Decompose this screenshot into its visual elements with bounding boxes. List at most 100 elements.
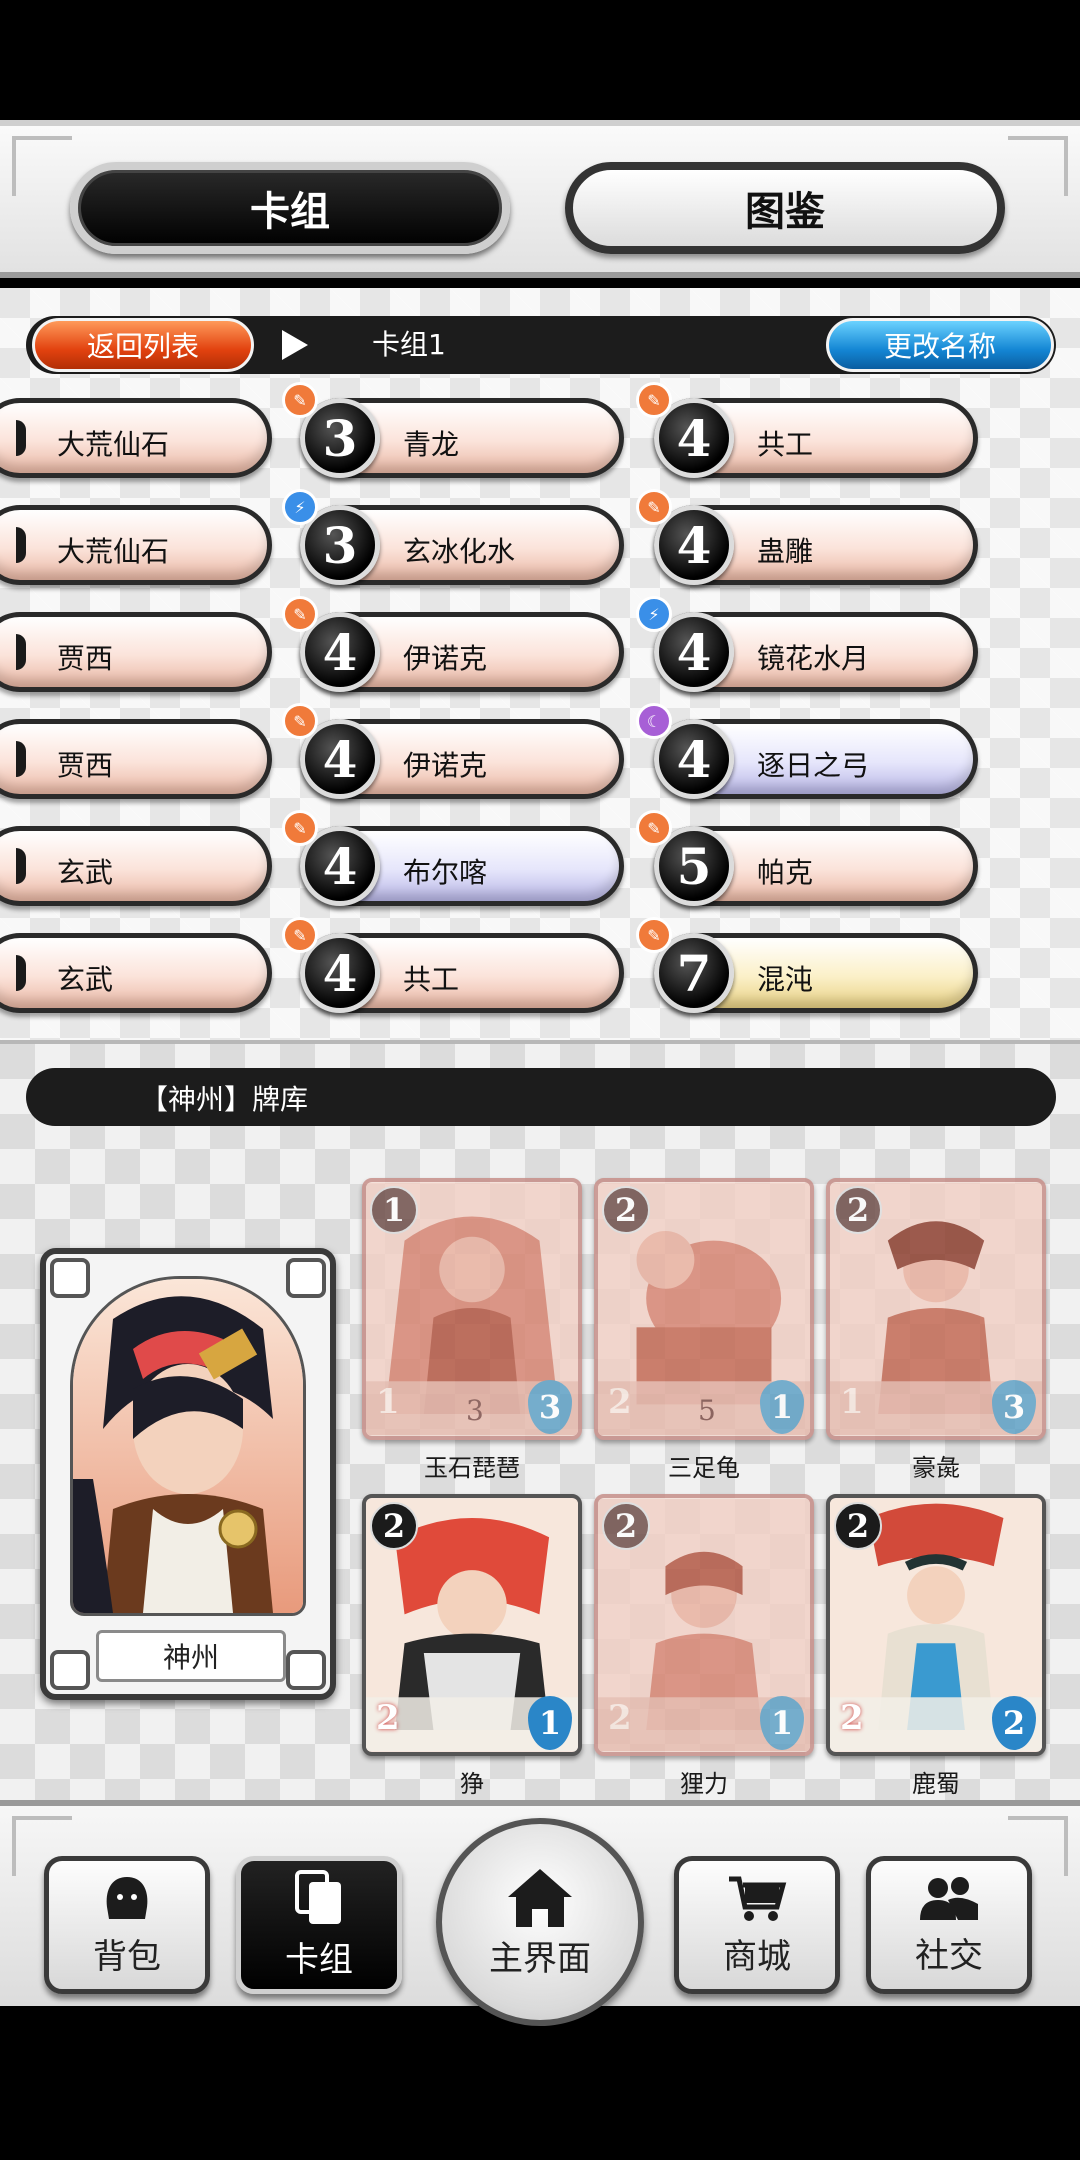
slot-edge-marker	[16, 848, 26, 884]
library-card-name: 狸力	[680, 1770, 728, 1798]
hero-name: 神州	[96, 1630, 286, 1682]
card-cost: 2	[602, 1502, 650, 1550]
card-attack: 2	[608, 1698, 632, 1738]
deck-card-name: 玄冰化水	[403, 535, 516, 568]
library-card[interactable]: 213	[826, 1178, 1046, 1440]
fire-element-icon: ✎	[282, 810, 318, 846]
nav-social-label: 社交	[915, 1935, 983, 1976]
deck-card-name: 玄武	[57, 963, 114, 996]
deck-card-name: 伊诺克	[403, 642, 488, 675]
card-middle-value: 5	[698, 1394, 716, 1427]
cards-icon	[295, 1869, 341, 1924]
light-element-icon: ⚡	[636, 596, 672, 632]
deck-card-name: 大荒仙石	[57, 535, 170, 568]
deck-card-slot-bar[interactable]: 贾西	[0, 612, 272, 692]
library-card-name: 玉石琵琶	[424, 1454, 520, 1482]
deck-card-name: 蛊雕	[757, 535, 814, 568]
frame-ornament	[286, 1650, 326, 1690]
tab-deck[interactable]: 卡组	[70, 162, 510, 254]
deck-card-slot-bar[interactable]: 大荒仙石	[0, 398, 272, 478]
library-card[interactable]: 2251	[594, 1178, 814, 1440]
card-attack: 1	[840, 1382, 864, 1422]
nav-shop-label: 商城	[723, 1936, 791, 1977]
deck-card-name: 帕克	[757, 856, 814, 889]
nav-home-button[interactable]: 主界面	[436, 1818, 644, 2026]
frame-ornament	[286, 1258, 326, 1298]
deck-card-name: 青龙	[403, 428, 460, 461]
back-button-label: 返回列表	[86, 330, 199, 363]
deck-card-name: 贾西	[57, 749, 114, 782]
top-tab-panel: 卡组 图鉴	[0, 120, 1080, 278]
deck-card-name: 伊诺克	[403, 749, 488, 782]
deck-card-name: 共工	[403, 963, 460, 996]
slot-edge-marker	[16, 527, 26, 563]
card-cost: 2	[834, 1502, 882, 1550]
tab-codex[interactable]: 图鉴	[565, 162, 1005, 254]
rename-button-label: 更改名称	[883, 330, 996, 363]
slot-edge-marker	[16, 741, 26, 777]
fire-element-icon: ✎	[282, 382, 318, 418]
card-attack: 1	[376, 1382, 400, 1422]
rename-deck-button[interactable]: 更改名称	[826, 318, 1054, 372]
people-icon	[920, 1876, 978, 1920]
hero-card[interactable]: 神州	[40, 1248, 336, 1700]
fire-element-icon: ✎	[636, 489, 672, 525]
deck-card-name: 玄武	[57, 856, 114, 889]
deck-card-name: 镜花水月	[757, 642, 870, 675]
deck-card-name: 大荒仙石	[57, 428, 170, 461]
light-element-icon: ⚡	[282, 489, 318, 525]
fire-element-icon: ✎	[636, 810, 672, 846]
fire-element-icon: ✎	[282, 917, 318, 953]
card-cost: 2	[602, 1186, 650, 1234]
library-card[interactable]: 1133	[362, 1178, 582, 1440]
frame-ornament	[50, 1650, 90, 1690]
moon-element-icon: ☾	[636, 703, 672, 739]
deck-card-slot-bar[interactable]: 大荒仙石	[0, 505, 272, 585]
library-card[interactable]: 221	[594, 1494, 814, 1756]
corner-ornament	[12, 136, 72, 196]
deck-card-slot-bar[interactable]: 玄武	[0, 933, 272, 1013]
deck-card-name: 贾西	[57, 642, 114, 675]
tab-codex-label: 图鉴	[745, 189, 825, 235]
card-cost: 1	[370, 1186, 418, 1234]
deck-card-name: 共工	[757, 428, 814, 461]
corner-ornament	[1008, 136, 1068, 196]
cart-icon	[729, 1876, 787, 1921]
deck-name: 卡组1	[372, 328, 446, 361]
nav-bag-label: 背包	[93, 1936, 161, 1977]
deck-card-slot-bar[interactable]: 贾西	[0, 719, 272, 799]
fire-element-icon: ✎	[282, 703, 318, 739]
fire-element-icon: ✎	[636, 382, 672, 418]
deck-card-slot-bar[interactable]: 玄武	[0, 826, 272, 906]
fire-element-icon: ✎	[636, 917, 672, 953]
library-title: 【神州】牌库	[140, 1083, 309, 1116]
nav-deck-button[interactable]: 卡组	[236, 1856, 402, 1994]
card-attack: 2	[608, 1382, 632, 1422]
card-cost: 2	[370, 1502, 418, 1550]
library-card-name: 豪彘	[912, 1454, 960, 1482]
nav-shop-button[interactable]: 商城	[674, 1856, 840, 1994]
library-card-name: 三足龟	[668, 1454, 740, 1482]
deck-card-name: 逐日之弓	[757, 749, 870, 782]
card-middle-value: 3	[466, 1394, 484, 1427]
card-attack: 2	[840, 1698, 864, 1738]
library-card[interactable]: 221	[362, 1494, 582, 1756]
deck-card-name: 混沌	[757, 963, 814, 996]
nav-deck-label: 卡组	[285, 1939, 353, 1980]
card-cost: 2	[834, 1186, 882, 1234]
slot-edge-marker	[16, 420, 26, 456]
card-attack: 2	[376, 1698, 400, 1738]
library-card-name: 鹿蜀	[912, 1770, 960, 1798]
nav-social-button[interactable]: 社交	[866, 1856, 1032, 1994]
slot-edge-marker	[16, 634, 26, 670]
nav-bag-button[interactable]: 背包	[44, 1856, 210, 1994]
frame-ornament	[50, 1258, 90, 1298]
home-icon	[508, 1868, 572, 1927]
back-to-list-button[interactable]: 返回列表	[32, 318, 254, 372]
tab-deck-label: 卡组	[250, 189, 330, 235]
deck-card-name: 布尔喀	[403, 856, 488, 889]
library-card[interactable]: 222	[826, 1494, 1046, 1756]
slot-edge-marker	[16, 955, 26, 991]
library-card-name: 狰	[460, 1770, 484, 1798]
bag-icon	[106, 1876, 148, 1919]
